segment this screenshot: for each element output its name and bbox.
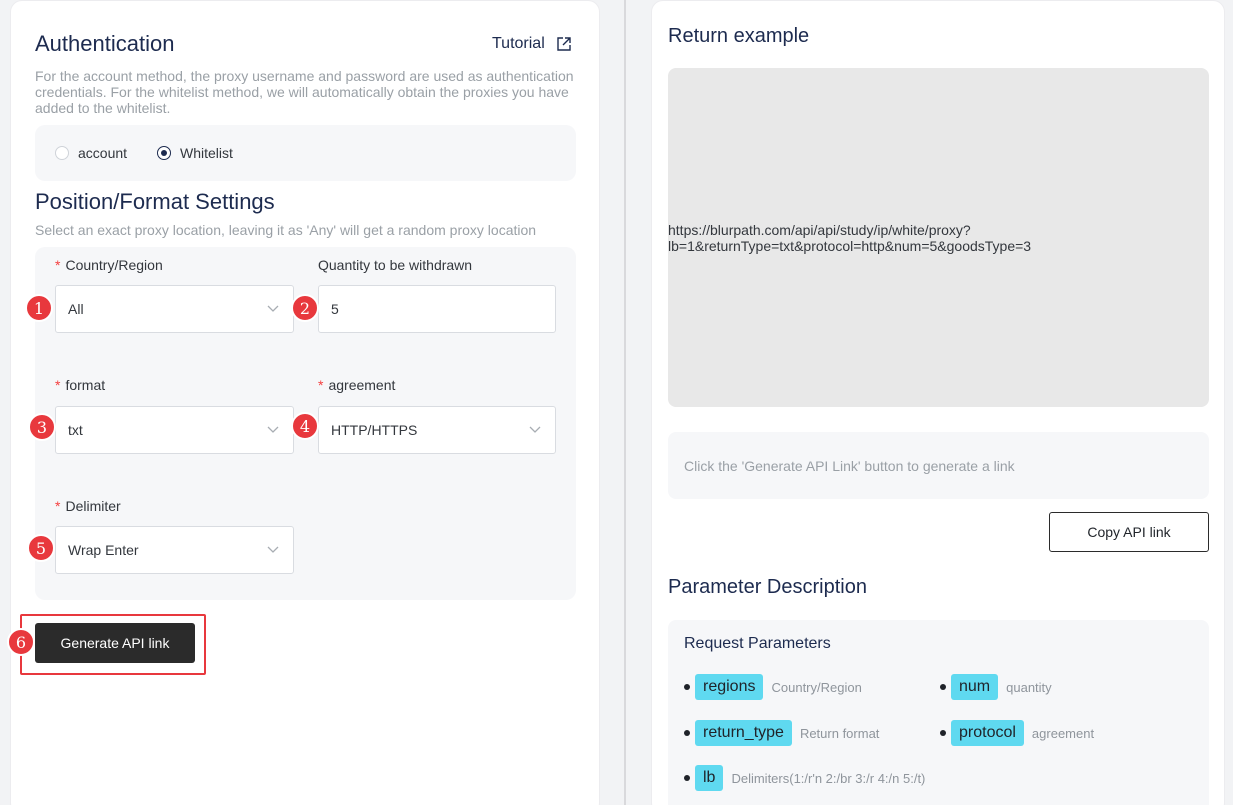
required-mark: * — [55, 498, 61, 514]
param-name: regions — [695, 674, 764, 700]
delimiter-label-text: Delimiter — [65, 498, 121, 514]
delimiter-value: Wrap Enter — [68, 542, 139, 558]
param-item: lb Delimiters(1:/r'n 2:/br 3:/r 4:/n 5:/… — [684, 765, 925, 791]
param-desc: agreement — [1031, 725, 1095, 741]
delimiter-select[interactable]: Wrap Enter — [55, 526, 294, 574]
format-value: txt — [68, 422, 83, 438]
radio-account-circle[interactable] — [55, 146, 69, 160]
radio-account[interactable]: account — [55, 145, 127, 161]
country-region-label: * Country/Region — [55, 257, 163, 273]
authentication-title: Authentication — [35, 31, 175, 56]
generate-api-link-button[interactable]: Generate API link — [35, 623, 195, 663]
chevron-down-icon — [267, 546, 279, 553]
chevron-down-icon — [529, 426, 541, 433]
parameter-description-title: Parameter Description — [668, 576, 867, 598]
required-mark: * — [55, 377, 61, 393]
panel-divider — [624, 0, 626, 805]
country-region-label-text: Country/Region — [65, 257, 163, 273]
agreement-label: * agreement — [318, 377, 395, 393]
param-desc: quantity — [1006, 679, 1052, 695]
param-item: protocol agreement — [940, 720, 1094, 746]
step-badge-6: 6 — [7, 628, 35, 656]
country-region-value: All — [68, 301, 84, 317]
param-item: regions Country/Region — [684, 674, 862, 700]
format-select[interactable]: txt — [55, 406, 294, 454]
api-link-box: Click the 'Generate API Link' button to … — [668, 432, 1209, 499]
position-format-description: Select an exact proxy location, leaving … — [35, 222, 537, 238]
param-name: num — [951, 674, 999, 700]
bullet-icon — [940, 684, 946, 690]
bullet-icon — [684, 775, 690, 781]
bullet-icon — [684, 684, 690, 690]
chevron-down-icon — [267, 426, 279, 433]
delimiter-label: * Delimiter — [55, 498, 121, 514]
param-desc: Country/Region — [771, 679, 862, 695]
request-parameters-title: Request Parameters — [684, 635, 831, 652]
format-label: * format — [55, 377, 105, 393]
quantity-input[interactable] — [318, 285, 556, 333]
api-link-hint: Click the 'Generate API Link' button to … — [684, 457, 1015, 474]
authentication-description: For the account method, the proxy userna… — [35, 68, 574, 116]
return-example-box: https://blurpath.com/api/api/study/ip/wh… — [668, 68, 1209, 407]
tutorial-link[interactable]: Tutorial — [492, 35, 571, 53]
format-label-text: format — [65, 377, 106, 393]
step-badge-2: 2 — [291, 294, 319, 322]
param-name: lb — [695, 765, 724, 791]
param-name: protocol — [951, 720, 1024, 746]
agreement-value: HTTP/HTTPS — [331, 422, 418, 438]
agreement-label-text: agreement — [328, 377, 396, 393]
required-mark: * — [55, 257, 61, 273]
quantity-label: Quantity to be withdrawn — [318, 257, 473, 273]
bullet-icon — [684, 730, 690, 736]
radio-whitelist-label: Whitelist — [180, 145, 233, 161]
chevron-down-icon — [267, 305, 279, 312]
param-name: return_type — [695, 720, 792, 746]
return-example-title: Return example — [668, 25, 810, 47]
tutorial-label: Tutorial — [492, 35, 545, 52]
step-badge-4: 4 — [291, 412, 319, 440]
country-region-select[interactable]: All — [55, 285, 294, 333]
param-desc: Delimiters(1:/r'n 2:/br 3:/r 4:/n 5:/t) — [731, 770, 926, 786]
radio-whitelist-circle[interactable] — [157, 146, 171, 160]
required-mark: * — [318, 377, 324, 393]
external-link-icon — [557, 37, 571, 51]
param-item: num quantity — [940, 674, 1052, 700]
step-badge-5: 5 — [27, 534, 55, 562]
step-badge-3: 3 — [28, 413, 56, 441]
return-example-content: https://blurpath.com/api/api/study/ip/wh… — [668, 221, 1032, 254]
radio-account-label: account — [78, 145, 128, 161]
bullet-icon — [940, 730, 946, 736]
copy-api-link-button[interactable]: Copy API link — [1049, 512, 1209, 552]
radio-whitelist[interactable]: Whitelist — [157, 145, 233, 161]
agreement-select[interactable]: HTTP/HTTPS — [318, 406, 556, 454]
param-desc: Return format — [799, 725, 880, 741]
param-item: return_type Return format — [684, 720, 879, 746]
position-format-title: Position/Format Settings — [35, 189, 275, 214]
step-badge-1: 1 — [25, 294, 53, 322]
